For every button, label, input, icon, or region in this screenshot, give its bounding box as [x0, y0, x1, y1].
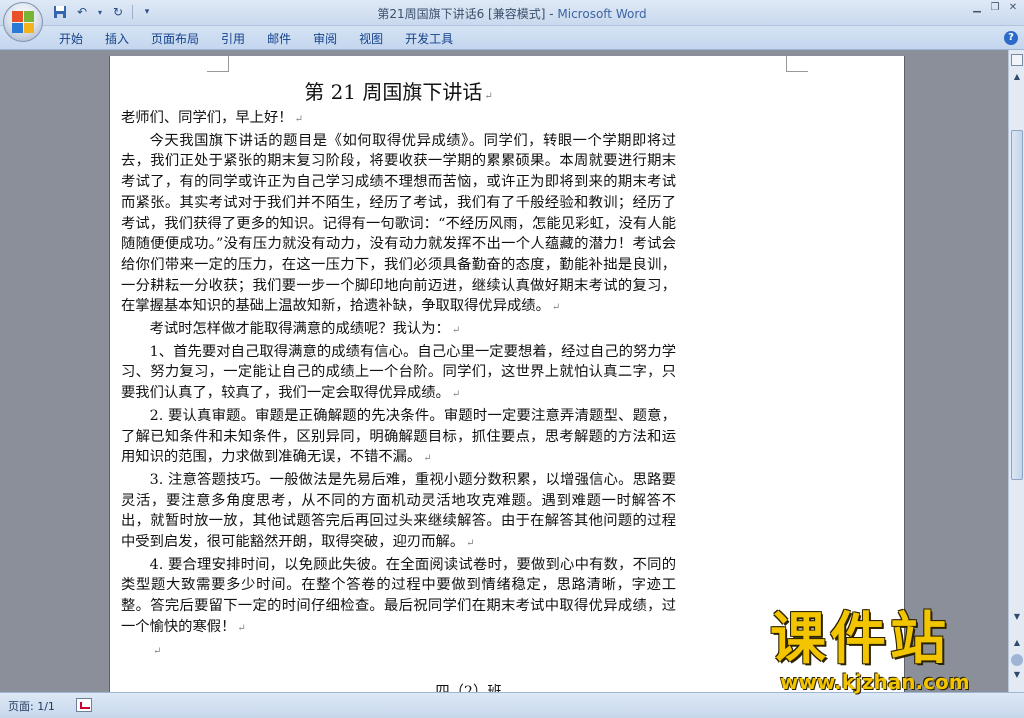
scroll-thumb[interactable]: [1011, 130, 1023, 480]
paragraph-mark-icon: ↵: [484, 91, 493, 102]
help-icon[interactable]: ?: [1004, 31, 1018, 45]
paragraph: 考试时怎样做才能取得满意的成绩呢？我认为： ↵: [121, 319, 676, 342]
watermark-logo: 课件站 www.kjzhan.com: [770, 607, 1010, 695]
paragraph-text: 今天我国旗下讲话的题目是《如何取得优异成绩》。同学们，转眼一个学期即将过去，我们…: [121, 132, 676, 315]
paragraph-mark-icon: ↵: [237, 622, 246, 634]
window-controls: ▁ ❐ ✕: [970, 2, 1020, 14]
tab-home[interactable]: 开始: [48, 30, 94, 48]
paragraph-text: 1、首先要对自己取得满意的成绩有信心。自己心里一定要想着，经过自己的努力学习、努…: [121, 343, 676, 402]
ribbon-tabs: 开始 插入 页面布局 引用 邮件 审阅 视图 开发工具: [48, 30, 464, 48]
watermark-title: 课件站: [770, 607, 950, 672]
paragraph-mark-icon: ↵: [451, 325, 461, 337]
title-separator: -: [545, 7, 558, 21]
window-title: 第21周国旗下讲话6 [兼容模式] - Microsoft Word: [0, 5, 1024, 22]
paragraph-text: 4. 要合理安排时间，以免顾此失彼。在全面阅读试卷时，要做到心中有数，不同的类型…: [121, 556, 676, 635]
paragraph-mark-icon: ↵: [294, 114, 303, 125]
empty-paragraph: ↵: [121, 640, 676, 663]
previous-page-icon[interactable]: ▲: [1011, 638, 1023, 650]
paragraph-mark-icon: ↵: [466, 538, 475, 550]
document-heading: 第 21 周国旗下讲话 ↵: [121, 76, 676, 108]
page-count[interactable]: 页面: 1/1: [8, 698, 55, 714]
scroll-down-icon[interactable]: ▼: [1011, 610, 1023, 624]
paragraph-mark-icon: ↵: [551, 302, 561, 314]
paragraph: 3. 注意答题技巧。一般做法是先易后难，重视小题分数积累，以增强信心。思路要灵活…: [121, 470, 676, 555]
paragraph: 1、首先要对自己取得满意的成绩有信心。自己心里一定要想着，经过自己的努力学习、努…: [121, 342, 676, 406]
paragraph-mark-icon: ↵: [423, 453, 432, 465]
paragraph: 2. 要认真审题。审题是正确解题的先决条件。审题时一定要注意弄清题型、题意，了解…: [121, 406, 676, 470]
tab-developer[interactable]: 开发工具: [394, 30, 464, 48]
paragraph-text: 3. 注意答题技巧。一般做法是先易后难，重视小题分数积累，以增强信心。思路要灵活…: [121, 471, 676, 551]
minimize-icon[interactable]: ▁: [970, 2, 984, 14]
restore-icon[interactable]: ❐: [988, 2, 1002, 14]
paragraph: 今天我国旗下讲话的题目是《如何取得优异成绩》。同学们，转眼一个学期即将过去，我们…: [121, 131, 676, 319]
tab-page-layout[interactable]: 页面布局: [140, 30, 210, 48]
status-bar: 页面: 1/1: [0, 692, 1024, 718]
tab-mailings[interactable]: 邮件: [256, 30, 302, 48]
tab-view[interactable]: 视图: [348, 30, 394, 48]
tab-review[interactable]: 审阅: [302, 30, 348, 48]
app-name: Microsoft Word: [557, 7, 647, 21]
paragraph: 4. 要合理安排时间，以免顾此失彼。在全面阅读试卷时，要做到心中有数，不同的类型…: [121, 555, 676, 640]
watermark-url: www.kjzhan.com: [780, 670, 970, 694]
next-page-icon[interactable]: ▼: [1011, 670, 1023, 682]
paragraph-text: 老师们、同学们，早上好！: [121, 110, 293, 126]
title-bar: ↶ ▾ ↻ ▾ 第21周国旗下讲话6 [兼容模式] - Microsoft Wo…: [0, 0, 1024, 42]
select-browse-object-icon[interactable]: [1011, 654, 1023, 666]
ribbon-tab-bar: 开始 插入 页面布局 引用 邮件 审阅 视图 开发工具 ?: [0, 26, 1024, 50]
document-workspace: 第 21 周国旗下讲话 ↵ 老师们、同学们，早上好！ ↵ 今天我国旗下讲话的题目是《…: [0, 50, 1008, 692]
crop-mark-right: [786, 56, 808, 72]
tab-references[interactable]: 引用: [210, 30, 256, 48]
document-name: 第21周国旗下讲话6 [兼容模式]: [377, 7, 546, 21]
crop-mark-left: [207, 56, 229, 72]
paragraph-mark-icon: ↵: [451, 389, 461, 401]
office-button[interactable]: [3, 2, 43, 42]
paragraph-text: 考试时怎样做才能取得满意的成绩呢？我认为：: [149, 321, 450, 338]
heading-text: 第 21 周国旗下讲话: [304, 80, 483, 104]
paragraph-mark-icon: ↵: [153, 645, 162, 657]
tab-insert[interactable]: 插入: [94, 30, 140, 48]
scroll-up-icon[interactable]: ▲: [1011, 70, 1023, 84]
view-ruler-icon[interactable]: [1011, 54, 1023, 66]
class-signature: 四（2）班: [121, 682, 676, 692]
paragraph: 老师们、同学们，早上好！ ↵: [121, 108, 676, 131]
close-icon[interactable]: ✕: [1006, 2, 1020, 14]
document-body[interactable]: 第 21 周国旗下讲话 ↵ 老师们、同学们，早上好！ ↵ 今天我国旗下讲话的题目是《…: [121, 76, 676, 692]
vertical-scrollbar[interactable]: ▲ ▼ ▲ ▼: [1008, 50, 1024, 692]
office-logo-icon: [12, 11, 34, 33]
paragraph-text: 2. 要认真审题。审题是正确解题的先决条件。审题时一定要注意弄清题型、题意，了解…: [121, 407, 676, 466]
proofing-icon[interactable]: [76, 698, 92, 712]
